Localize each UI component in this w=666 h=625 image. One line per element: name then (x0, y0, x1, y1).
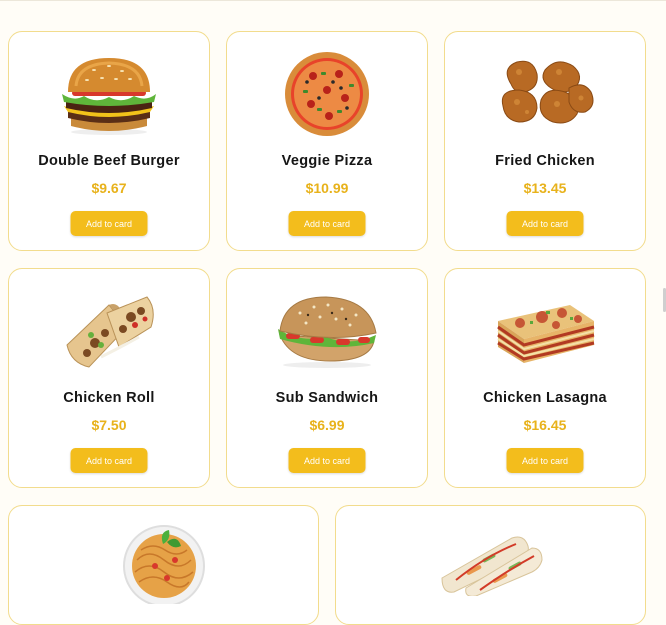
top-divider (0, 0, 666, 1)
product-card: Sub Sandwich $6.99 Add to card (226, 268, 428, 488)
product-name: Veggie Pizza (281, 153, 373, 169)
product-price: $16.45 (523, 417, 567, 433)
product-price: $6.99 (309, 417, 345, 433)
add-to-cart-button[interactable]: Add to card (506, 448, 584, 473)
product-card: Chicken Lasagna $16.45 Add to card (444, 268, 646, 488)
product-card: Double Beef Burger $9.67 Add to card (8, 31, 210, 251)
product-name: Fried Chicken (495, 153, 595, 169)
spring-rolls-icon (440, 536, 543, 596)
product-price: $7.50 (91, 417, 127, 433)
product-price: $13.45 (523, 180, 567, 196)
product-name: Chicken Lasagna (483, 390, 607, 406)
product-price: $9.67 (91, 180, 127, 196)
product-card: Chicken Roll $7.50 Add to card (8, 268, 210, 488)
product-name: Chicken Roll (63, 390, 155, 406)
add-to-cart-button[interactable]: Add to card (506, 211, 584, 236)
product-card (335, 505, 646, 625)
add-to-cart-button[interactable]: Add to card (70, 211, 148, 236)
pizza-icon (285, 52, 369, 136)
product-card (8, 505, 319, 625)
sandwich-icon (278, 296, 377, 368)
add-to-cart-button[interactable]: Add to card (288, 448, 366, 473)
product-name: Sub Sandwich (275, 390, 379, 406)
product-card: Veggie Pizza $10.99 Add to card (226, 31, 428, 251)
spaghetti-icon (122, 525, 205, 604)
add-to-cart-button[interactable]: Add to card (288, 211, 366, 236)
wrap-icon (66, 296, 154, 368)
product-card: Fried Chicken $13.45 Add to card (444, 31, 646, 251)
product-name: Double Beef Burger (38, 153, 180, 169)
add-to-cart-button[interactable]: Add to card (70, 448, 148, 473)
product-price: $10.99 (305, 180, 349, 196)
fried-chicken-icon (501, 60, 594, 124)
burger-icon (62, 58, 156, 135)
lasagna-icon (497, 305, 595, 363)
